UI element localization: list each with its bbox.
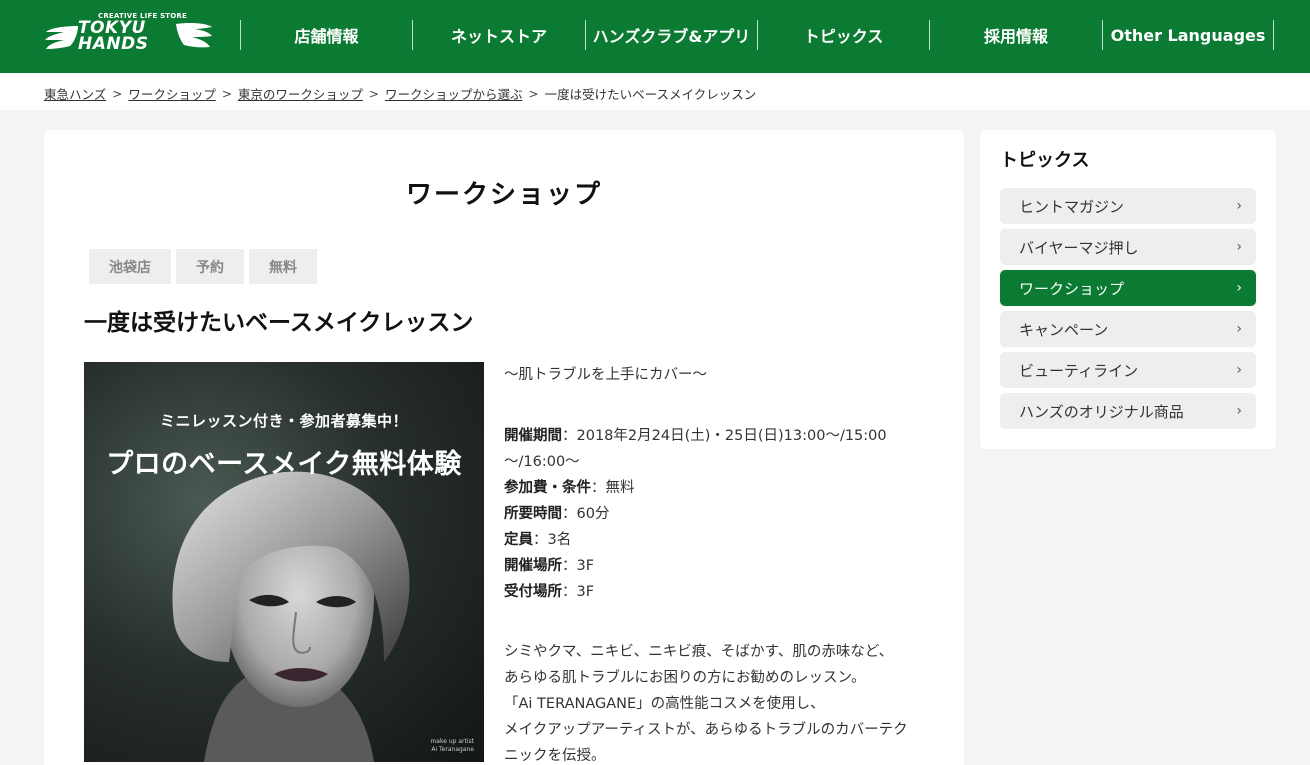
breadcrumb-separator: >	[221, 86, 232, 101]
detail-label: 所要時間	[504, 506, 562, 522]
nav-hands-club-app[interactable]: ハンズクラブ&アプリ	[585, 20, 757, 50]
topics-sidebar: トピックス ヒントマガジン › バイヤーマジ押し › ワークショップ › キャン…	[980, 130, 1276, 449]
nav-recruit[interactable]: 採用情報	[929, 20, 1102, 50]
sidebar-item-beauty-line[interactable]: ビューティライン ›	[1000, 352, 1256, 388]
nav-other-languages[interactable]: Other Languages	[1102, 20, 1274, 50]
breadcrumb-separator: >	[368, 86, 379, 101]
detail-value: ：3F	[562, 558, 595, 574]
tag-store[interactable]: 池袋店	[89, 249, 171, 284]
sidebar-item-label: ハンズのオリジナル商品	[1019, 402, 1184, 421]
sidebar-item-original-products[interactable]: ハンズのオリジナル商品 ›	[1000, 393, 1256, 429]
description-line: メイクアップアーティストが、あらゆるトラブルのカバーテク	[504, 722, 908, 738]
chevron-right-icon: ›	[1236, 239, 1242, 255]
chevron-right-icon: ›	[1236, 280, 1242, 296]
detail-value: ：2018年2月24日(土)・25日(日)13:00～/15:00～/16:00…	[504, 428, 887, 470]
logo-line-2: HANDS	[78, 34, 149, 54]
sidebar-title: トピックス	[1000, 150, 1090, 171]
description-line: 「Ai TERANAGANE」の高性能コスメを使用し、	[504, 696, 825, 712]
right-wing-icon	[176, 23, 212, 48]
hero-headline: プロのベースメイク無料体験	[106, 449, 462, 480]
tokyu-hands-logo[interactable]: CREATIVE LIFE STORE TOKYU HANDS	[44, 12, 216, 62]
detail-label: 参加費・条件	[504, 480, 591, 496]
chevron-right-icon: ›	[1236, 198, 1242, 214]
detail-value: ：60分	[562, 506, 610, 522]
nav-store-info[interactable]: 店舗情報	[240, 20, 412, 50]
breadcrumb-separator: >	[528, 86, 539, 101]
description-line: ニックを伝授。	[504, 748, 606, 764]
detail-row-period: 開催期間：2018年2月24日(土)・25日(日)13:00～/15:00～/1…	[504, 423, 934, 475]
sidebar-item-label: キャンペーン	[1019, 320, 1109, 339]
logo-wordmark: TOKYU HANDS	[78, 20, 178, 54]
detail-row-reception: 受付場所：3F	[504, 579, 934, 605]
lead-text: ～肌トラブルを上手にカバー～	[504, 367, 707, 383]
workshop-details: ～肌トラブルを上手にカバー～ 開催期間：2018年2月24日(土)・25日(日)…	[504, 362, 934, 765]
breadcrumb-link-tokyo-workshop[interactable]: 東京のワークショップ	[238, 84, 363, 103]
site-header: CREATIVE LIFE STORE TOKYU HANDS 店舗情報 ネット…	[0, 0, 1310, 73]
chevron-right-icon: ›	[1236, 362, 1242, 378]
detail-label: 開催期間	[504, 428, 562, 444]
sidebar-item-label: ヒントマガジン	[1019, 197, 1125, 216]
chevron-right-icon: ›	[1236, 403, 1242, 419]
tag-reservation[interactable]: 予約	[176, 249, 244, 284]
global-nav: 店舗情報 ネットストア ハンズクラブ&アプリ トピックス 採用情報 Other …	[240, 20, 1274, 50]
detail-label: 定員	[504, 532, 533, 548]
sidebar-item-label: ワークショップ	[1019, 279, 1125, 298]
breadcrumb-current: 一度は受けたいベースメイクレッスン	[544, 87, 757, 102]
sidebar-menu: ヒントマガジン › バイヤーマジ押し › ワークショップ › キャンペーン › …	[1000, 188, 1256, 434]
hero-credit: make up artist Ai Teranagane	[430, 738, 474, 754]
detail-label: 受付場所	[504, 584, 562, 600]
detail-value: ：無料	[591, 480, 635, 496]
detail-row-duration: 所要時間：60分	[504, 501, 934, 527]
description: シミやクマ、ニキビ、ニキビ痕、そばかす、肌の赤味など、 あらゆる肌トラブルにお困…	[504, 639, 934, 765]
description-line: あらゆる肌トラブルにお困りの方にお勧めのレッスン。	[504, 670, 866, 686]
description-line: シミやクマ、ニキビ、ニキビ痕、そばかす、肌の赤味など、	[504, 644, 894, 660]
breadcrumb-link-home[interactable]: 東急ハンズ	[44, 84, 106, 103]
sidebar-item-hint-magazine[interactable]: ヒントマガジン ›	[1000, 188, 1256, 224]
breadcrumb-link-workshop[interactable]: ワークショップ	[128, 84, 216, 103]
hero-image: ミニレッスン付き・参加者募集中！ プロのベースメイク無料体験 make up a…	[84, 362, 484, 762]
sidebar-item-label: バイヤーマジ押し	[1019, 238, 1139, 257]
hero-credit-line-1: make up artist	[430, 738, 474, 745]
detail-row-venue: 開催場所：3F	[504, 553, 934, 579]
breadcrumb-bar: 東急ハンズ > ワークショップ > 東京のワークショップ > ワークショップから…	[0, 73, 1310, 110]
left-wing-icon	[45, 26, 78, 49]
hero-subtitle: ミニレッスン付き・参加者募集中！	[159, 412, 408, 430]
tag-list: 池袋店 予約 無料	[89, 249, 317, 284]
main-content-card: ワークショップ 池袋店 予約 無料 一度は受けたいベースメイクレッスン ミニレッ…	[44, 130, 964, 765]
sidebar-item-campaign[interactable]: キャンペーン ›	[1000, 311, 1256, 347]
detail-label: 開催場所	[504, 558, 562, 574]
breadcrumb-link-choose-workshop[interactable]: ワークショップから選ぶ	[385, 84, 523, 103]
detail-row-capacity: 定員：3名	[504, 527, 934, 553]
detail-value: ：3F	[562, 584, 595, 600]
breadcrumb-separator: >	[112, 86, 123, 101]
page-title: ワークショップ	[405, 180, 602, 210]
nav-net-store[interactable]: ネットストア	[412, 20, 585, 50]
sidebar-item-buyer-picks[interactable]: バイヤーマジ押し ›	[1000, 229, 1256, 265]
detail-value: ：3名	[533, 532, 572, 548]
nav-topics[interactable]: トピックス	[757, 20, 929, 50]
article-title: 一度は受けたいベースメイクレッスン	[84, 310, 474, 336]
detail-row-fee: 参加費・条件：無料	[504, 475, 934, 501]
tag-free[interactable]: 無料	[249, 249, 317, 284]
chevron-right-icon: ›	[1236, 321, 1242, 337]
sidebar-item-workshop[interactable]: ワークショップ ›	[1000, 270, 1256, 306]
sidebar-item-label: ビューティライン	[1019, 361, 1139, 380]
breadcrumb: 東急ハンズ > ワークショップ > 東京のワークショップ > ワークショップから…	[44, 84, 756, 103]
hero-credit-line-2: Ai Teranagane	[431, 746, 474, 753]
